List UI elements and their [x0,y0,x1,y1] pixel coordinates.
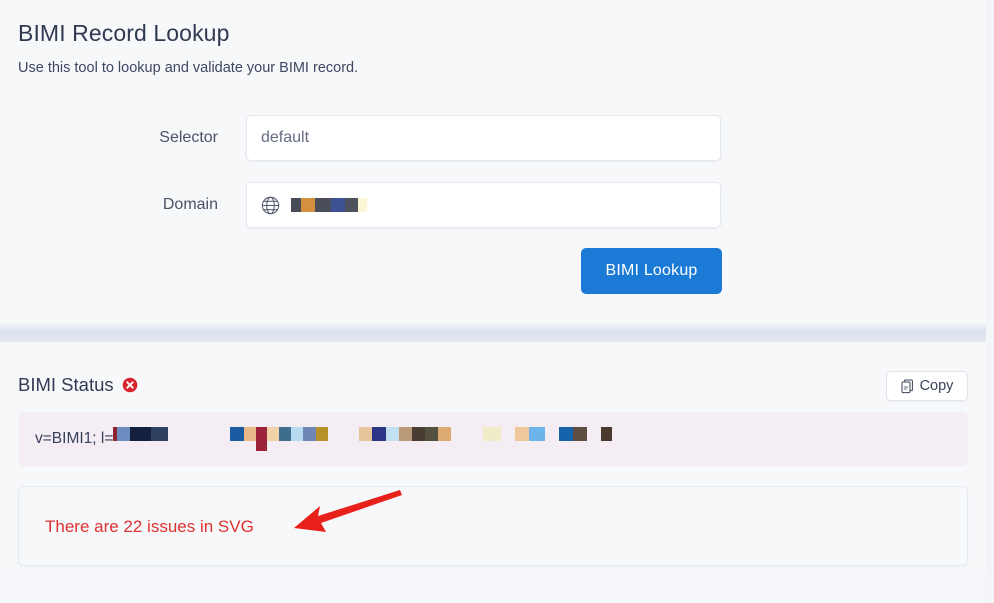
redaction-block [331,198,345,212]
redaction-block [559,427,574,441]
lookup-card: BIMI Record Lookup Use this tool to look… [0,0,986,322]
redaction-block [291,198,301,212]
page-subtitle: Use this tool to lookup and validate you… [18,60,359,76]
bimi-record-band[interactable]: v=BIMI1; l= [18,412,968,466]
redaction-block [359,427,373,441]
domain-row: Domain [0,182,986,228]
redaction-group [601,427,613,441]
redaction-block [279,427,292,441]
domain-label: Domain [162,196,218,213]
redaction-block [345,198,358,212]
page-right-edge [986,0,994,603]
redaction-group [483,427,502,441]
redaction-group [113,427,169,441]
redaction-block [529,427,546,441]
redaction-block [244,427,257,441]
domain-redacted-value [291,198,367,212]
redaction-block [130,427,152,441]
redaction-group [359,427,452,441]
bimi-status-title: BIMI Status [18,374,114,395]
redaction-group [230,427,329,451]
selector-input[interactable]: default [246,115,721,161]
selector-row: Selector default [0,115,986,161]
redaction-block [256,427,268,451]
selector-label: Selector [159,129,218,146]
redaction-block [412,427,426,441]
redaction-block [515,427,530,441]
page-title: BIMI Record Lookup [18,20,230,46]
redaction-block [372,427,387,441]
results-card: BIMI Status Copy v=BIMI1; l= There are 2… [0,342,986,572]
bimi-status-header: BIMI Status [18,373,138,397]
copy-button-label: Copy [919,378,954,394]
redaction-block [230,427,245,441]
redaction-block [117,427,131,441]
issues-message: There are 22 issues in SVG [45,517,254,536]
redaction-group [515,427,546,441]
bimi-record-prefix: v=BIMI1; l= [35,430,114,447]
redaction-block [291,427,304,441]
redaction-group [559,427,588,441]
bimi-record-text: v=BIMI1; l= [35,427,613,451]
redaction-block [267,427,280,441]
section-divider [0,324,986,342]
redaction-block [601,427,613,441]
redaction-block [316,427,329,441]
globe-icon [261,196,280,214]
redaction-block [151,427,169,441]
page-root: BIMI Record Lookup Use this tool to look… [0,0,994,603]
issues-alert-card: There are 22 issues in SVG [18,486,968,566]
copy-document-icon [901,379,913,393]
redaction-block [438,427,452,441]
redaction-block [301,198,315,212]
redaction-block [573,427,588,441]
copy-button[interactable]: Copy [886,371,968,401]
bimi-record-redacted-value [113,427,613,451]
redaction-block [358,198,367,212]
selector-input-value: default [261,129,310,146]
redaction-block [303,427,317,441]
redaction-block [399,427,413,441]
redaction-block [483,427,502,441]
bimi-lookup-button[interactable]: BIMI Lookup [581,248,722,294]
error-circle-x-icon [122,377,137,393]
domain-input[interactable] [246,182,721,228]
redaction-block [386,427,400,441]
redaction-block [425,427,439,441]
redaction-block [315,198,331,212]
